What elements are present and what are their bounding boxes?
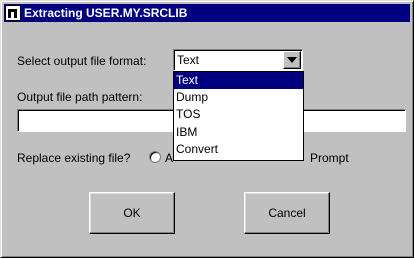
format-option-convert[interactable]: Convert: [174, 141, 303, 158]
window-title: Extracting USER.MY.SRCLIB: [24, 6, 188, 20]
chevron-down-icon: [287, 57, 297, 63]
replace-option-prompt-label: Prompt: [310, 151, 349, 165]
extract-dialog: Extracting USER.MY.SRCLIB Select output …: [0, 0, 414, 258]
cancel-button[interactable]: Cancel: [244, 192, 330, 234]
replace-label: Replace existing file?: [17, 151, 131, 165]
format-option-tos[interactable]: TOS: [174, 106, 303, 123]
format-dropdown-list: Text Dump TOS IBM Convert: [173, 71, 304, 161]
format-option-dump[interactable]: Dump: [174, 89, 303, 106]
format-option-ibm[interactable]: IBM: [174, 124, 303, 141]
format-dropdown-button[interactable]: [283, 51, 301, 69]
format-selected-value: Text: [177, 53, 200, 67]
format-combobox[interactable]: Text: [173, 49, 303, 71]
ok-button[interactable]: OK: [89, 192, 175, 234]
replace-option-a-label: A: [165, 151, 174, 165]
app-icon: [5, 5, 21, 21]
path-label: Output file path pattern:: [17, 90, 143, 104]
format-label: Select output file format:: [17, 54, 147, 68]
title-bar[interactable]: Extracting USER.MY.SRCLIB: [4, 4, 410, 22]
replace-radio-a[interactable]: [149, 151, 161, 163]
format-option-text[interactable]: Text: [174, 72, 303, 90]
